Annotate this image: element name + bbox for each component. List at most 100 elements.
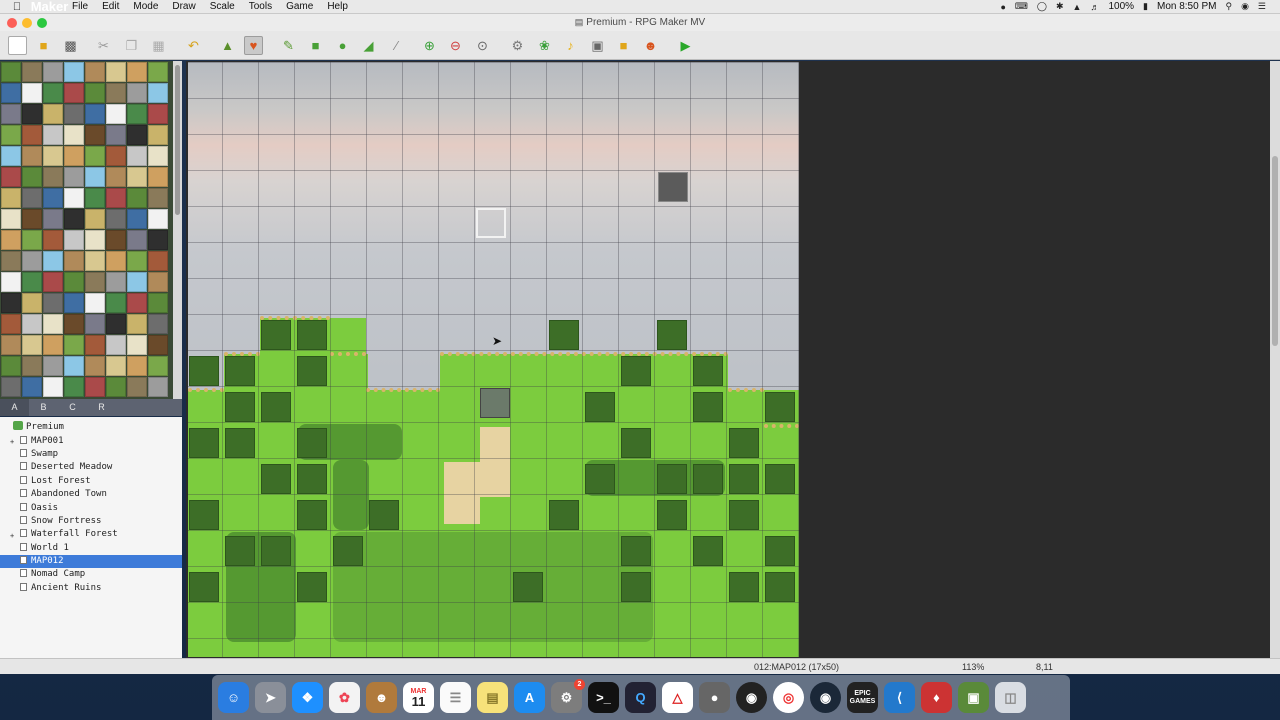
tree-item-map012[interactable]: MAP012 xyxy=(0,555,182,568)
tileset-tile[interactable] xyxy=(106,62,126,82)
tileset-tile[interactable] xyxy=(148,83,168,103)
tileset-tile[interactable] xyxy=(127,356,147,376)
tileset-tile[interactable] xyxy=(106,167,126,187)
tree-item-swamp[interactable]: Swamp xyxy=(20,448,58,461)
tileset-tile[interactable] xyxy=(22,356,42,376)
tileset-tile[interactable] xyxy=(64,62,84,82)
character-generator-icon[interactable]: ☻ xyxy=(641,36,660,55)
tileset-tile[interactable] xyxy=(1,83,21,103)
menu-draw[interactable]: Draw xyxy=(165,1,202,12)
tileset-tile[interactable] xyxy=(106,251,126,271)
tileset-tile[interactable] xyxy=(22,335,42,355)
tileset-tile[interactable] xyxy=(64,83,84,103)
tileset-tile[interactable] xyxy=(106,377,126,397)
tileset-tile[interactable] xyxy=(22,104,42,124)
tileset-tile[interactable] xyxy=(22,251,42,271)
close-window-button[interactable] xyxy=(7,18,17,28)
tileset-tile[interactable] xyxy=(1,377,21,397)
tileset-tile[interactable] xyxy=(127,314,147,334)
undo-icon[interactable]: ↶ xyxy=(184,36,203,55)
tileset-tile[interactable] xyxy=(148,125,168,145)
event-searcher-icon[interactable]: ▣ xyxy=(588,36,607,55)
tileset-tile[interactable] xyxy=(22,377,42,397)
expand-icon[interactable]: + xyxy=(10,438,14,446)
chrome-icon[interactable]: ◎ xyxy=(773,682,804,713)
tileset-tile[interactable] xyxy=(43,125,63,145)
tileset-tile[interactable] xyxy=(85,209,105,229)
tileset-tile[interactable] xyxy=(64,146,84,166)
tileset-tile[interactable] xyxy=(43,314,63,334)
fill-icon[interactable]: ◢ xyxy=(359,36,378,55)
tileset-tile[interactable] xyxy=(106,209,126,229)
tileset-tile[interactable] xyxy=(106,146,126,166)
tileset-tile[interactable] xyxy=(85,146,105,166)
zoom-in-icon[interactable]: ⊕ xyxy=(420,36,439,55)
tileset-tile[interactable] xyxy=(1,167,21,187)
tree-item-deserted-meadow[interactable]: Deserted Meadow xyxy=(20,461,112,474)
paste-icon[interactable]: ▦ xyxy=(149,36,168,55)
tileset-tile[interactable] xyxy=(148,104,168,124)
tileset-tile[interactable] xyxy=(64,209,84,229)
tileset-tile[interactable] xyxy=(43,167,63,187)
tileset-tile[interactable] xyxy=(43,356,63,376)
rectangle-icon[interactable]: ■ xyxy=(306,36,325,55)
tileset-tile[interactable] xyxy=(22,272,42,292)
preview-icon[interactable]: ▣ xyxy=(958,682,989,713)
menu-edit[interactable]: Edit xyxy=(95,1,126,12)
tileset-tile[interactable] xyxy=(127,230,147,250)
tileset-tile[interactable] xyxy=(1,335,21,355)
tab-r[interactable]: R xyxy=(87,399,116,416)
tileset-tile[interactable] xyxy=(64,356,84,376)
tileset-tile[interactable] xyxy=(148,293,168,313)
tileset-tile[interactable] xyxy=(85,104,105,124)
resource-manager-icon[interactable]: ■ xyxy=(614,36,633,55)
shadow-pen-icon[interactable]: ∕ xyxy=(387,36,406,55)
tileset-tile[interactable] xyxy=(1,272,21,292)
tileset-tile[interactable] xyxy=(1,230,21,250)
tree-item-map001[interactable]: MAP001 xyxy=(20,435,64,448)
tree-item-world-1[interactable]: World 1 xyxy=(20,542,69,555)
copy-icon[interactable]: ❐ xyxy=(122,36,141,55)
tileset-tile[interactable] xyxy=(106,272,126,292)
tileset-tile[interactable] xyxy=(106,230,126,250)
tileset-tile[interactable] xyxy=(85,230,105,250)
tileset-tile[interactable] xyxy=(64,377,84,397)
obs-icon[interactable]: ◉ xyxy=(736,682,767,713)
tileset-palette[interactable] xyxy=(0,61,182,399)
photos-icon[interactable]: ✿ xyxy=(329,682,360,713)
tileset-tile[interactable] xyxy=(43,272,63,292)
menu-file[interactable]: File xyxy=(65,1,95,12)
contacts-icon[interactable]: ☻ xyxy=(366,682,397,713)
tileset-tile[interactable] xyxy=(127,335,147,355)
tileset-tile[interactable] xyxy=(148,272,168,292)
tileset-tile[interactable] xyxy=(64,230,84,250)
tab-b[interactable]: B xyxy=(29,399,58,416)
steam-icon[interactable]: ◉ xyxy=(810,682,841,713)
tileset-tile[interactable] xyxy=(43,293,63,313)
tileset-tile[interactable] xyxy=(106,335,126,355)
tileset-tile[interactable] xyxy=(85,62,105,82)
menu-scale[interactable]: Scale xyxy=(203,1,242,12)
tileset-tile[interactable] xyxy=(64,104,84,124)
apple-icon[interactable]:  xyxy=(0,1,34,13)
battery-icon[interactable]: ▮ xyxy=(1143,1,1148,12)
keyboard-icon[interactable]: ⌨ xyxy=(1015,1,1028,12)
tileset-tile[interactable] xyxy=(85,125,105,145)
safari-icon[interactable]: ❖ xyxy=(292,682,323,713)
tileset-tile[interactable] xyxy=(22,62,42,82)
tileset-tile[interactable] xyxy=(148,62,168,82)
tileset-tile[interactable] xyxy=(85,314,105,334)
tree-item-abandoned-town[interactable]: Abandoned Town xyxy=(20,488,107,501)
tileset-tile[interactable] xyxy=(22,209,42,229)
sound-test-icon[interactable]: ♪ xyxy=(561,36,580,55)
tileset-tile[interactable] xyxy=(127,188,147,208)
tileset-tile[interactable] xyxy=(127,104,147,124)
tileset-tile[interactable] xyxy=(1,356,21,376)
tree-item-nomad-camp[interactable]: Nomad Camp xyxy=(20,568,85,581)
trash-icon[interactable]: ◫ xyxy=(995,682,1026,713)
tileset-tile[interactable] xyxy=(127,167,147,187)
tileset-tile[interactable] xyxy=(22,125,42,145)
spotlight-icon[interactable]: ⚲ xyxy=(1225,1,1232,12)
tileset-tile[interactable] xyxy=(127,251,147,271)
cut-icon[interactable]: ✂ xyxy=(94,36,113,55)
